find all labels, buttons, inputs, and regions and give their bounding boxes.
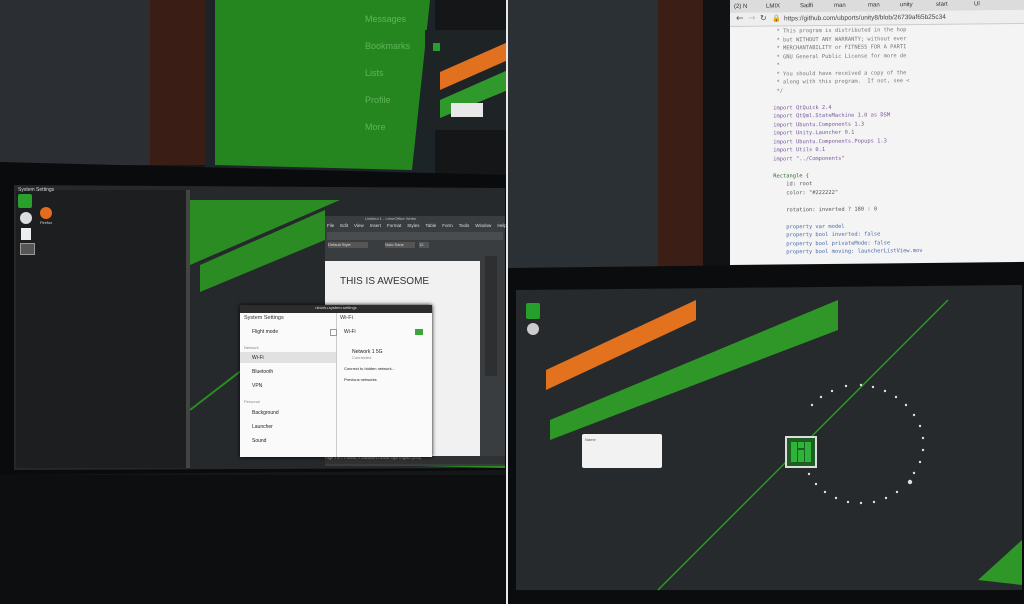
settings-item-sound[interactable]: Sound: [252, 438, 266, 444]
code-line: property bool inverted: false: [770, 231, 881, 239]
launcher-logo-icon[interactable]: [18, 194, 32, 208]
manjaro-logo-icon[interactable]: [526, 303, 540, 319]
code-line: color: "#222222": [770, 189, 839, 197]
code-line: * This program is distributed in the hop: [770, 27, 907, 35]
code-view: * This program is distributed in the hop…: [730, 24, 1024, 265]
menu-edit[interactable]: Edit: [340, 223, 348, 228]
menu-view[interactable]: View: [354, 223, 364, 228]
settings-header: System Settings: [244, 315, 284, 321]
right-photo: (2) N LMIX Sailfi man man unity start Ul…: [508, 0, 1024, 604]
code-line: Rectangle {: [770, 172, 809, 180]
code-line: import Ubuntu.Components 1.3: [770, 121, 865, 129]
code-line: import QtQuick 2.4: [770, 104, 832, 112]
font-name-box[interactable]: Noto Sans: [385, 242, 415, 248]
wifi-toggle[interactable]: [415, 329, 423, 335]
menu-table[interactable]: Table: [426, 223, 437, 228]
code-line: property bool moving: launcherListView.m…: [770, 247, 923, 256]
settings-gear-icon[interactable]: [20, 212, 32, 224]
tab-4[interactable]: man: [834, 3, 846, 9]
settings-item-launcher[interactable]: Launcher: [252, 424, 273, 430]
network-status: Connected: [352, 355, 372, 360]
writer-status-bar: Page 1 of 1 0 words, 0 characters Defaul…: [325, 456, 505, 464]
tab-8[interactable]: Ul: [974, 1, 980, 7]
menu-item: More: [365, 122, 386, 132]
flight-mode-toggle[interactable]: [330, 329, 337, 336]
code-line: * along with this program. If not, see <: [770, 78, 910, 86]
terminal-icon[interactable]: [20, 243, 35, 255]
code-line: import "../Components": [770, 155, 845, 163]
code-line: property var model: [770, 223, 845, 231]
document-text: THIS IS AWESOME: [340, 276, 430, 287]
connect-hidden-network[interactable]: Connect to hidden network...: [344, 366, 395, 371]
wifi-label: Wi-Fi: [344, 329, 356, 335]
code-line: import Ubuntu.Components.Popups 1.3: [770, 137, 887, 146]
code-line: id: root: [770, 181, 813, 188]
code-line: * GNU General Public License for more de: [770, 52, 907, 61]
previous-networks[interactable]: Previous networks: [344, 377, 377, 382]
document-icon[interactable]: [21, 228, 31, 240]
forward-arrow-icon[interactable]: →: [748, 14, 756, 24]
menu-item: Lists: [365, 68, 384, 78]
menu-tools[interactable]: Tools: [459, 223, 470, 228]
menu-item: Profile: [365, 95, 391, 105]
back-arrow-icon[interactable]: ←: [736, 14, 744, 24]
menu-item: Bookmarks: [365, 41, 411, 51]
left-photo: Messages Bookmarks Lists Profile More Sy…: [0, 0, 508, 604]
section-personal: Personal: [244, 399, 260, 404]
settings-item-vpn[interactable]: VPN: [252, 383, 262, 389]
code-line: */: [770, 87, 783, 95]
settings-window: ubuntu-system-settings System Settings W…: [240, 305, 432, 457]
code-line: import Unity.Launcher 0.1: [770, 129, 855, 137]
firefox-icon[interactable]: [40, 207, 52, 219]
code-line: import Utils 0.1: [770, 147, 826, 154]
tab-5[interactable]: man: [868, 2, 880, 8]
paragraph-style-box[interactable]: Default Style: [328, 242, 368, 248]
menu-file[interactable]: File: [327, 223, 334, 228]
menu-styles[interactable]: Styles: [407, 223, 419, 228]
code-line: rotation: inverted ? 180 : 0: [770, 205, 878, 214]
code-line: import QtQml.StateMachine 1.0 as DSM: [770, 112, 891, 120]
writer-sidebar[interactable]: [485, 256, 497, 376]
settings-right-header: Wi-Fi: [340, 315, 353, 321]
url-input[interactable]: https://github.com/ubports/unity8/blob/2…: [784, 14, 946, 23]
dock-label: System Settings: [18, 187, 55, 193]
lock-icon: 🔒: [772, 14, 781, 23]
writer-title: Untitled 1 - LibreOffice Writer: [365, 216, 417, 221]
login-name-field[interactable]: Name: [582, 434, 662, 468]
writer-toolbar: [327, 232, 503, 240]
tab-6[interactable]: unity: [900, 2, 913, 8]
code-line: * You should have received a copy of the: [770, 69, 907, 78]
menu-form[interactable]: Form: [442, 223, 453, 228]
menu-item: Messages: [365, 14, 407, 24]
browser-window: (2) N LMIX Sailfi man man unity start Ul…: [730, 0, 1024, 266]
tab-3[interactable]: Sailfi: [800, 3, 813, 9]
settings-item-background[interactable]: Background: [252, 410, 279, 416]
code-line: *: [770, 62, 780, 69]
flight-mode-label: Flight mode: [252, 329, 279, 335]
settings-title-bar: ubuntu-system-settings: [240, 305, 432, 313]
tab-2[interactable]: LMIX: [766, 3, 780, 9]
settings-item-bluetooth[interactable]: Bluetooth: [252, 369, 273, 375]
top-monitor-menu: Messages Bookmarks Lists Profile More: [365, 14, 410, 149]
writer-menubar: File Edit View Insert Format Styles Tabl…: [327, 223, 507, 228]
firefox-label: Firefox: [40, 220, 53, 225]
manjaro-center-logo-icon: [785, 436, 817, 468]
reload-icon[interactable]: ↻: [760, 14, 767, 23]
tab-1[interactable]: (2) N: [734, 4, 747, 10]
section-network: Network: [244, 345, 259, 350]
settings-item-wifi[interactable]: Wi-Fi: [240, 352, 336, 363]
login-name-label: Name: [585, 437, 596, 442]
menu-format[interactable]: Format: [387, 223, 401, 228]
code-line: * MERCHANTABILITY or FITNESS FOR A PARTI: [770, 44, 907, 52]
menu-insert[interactable]: Insert: [370, 223, 381, 228]
font-size-box[interactable]: 12: [419, 242, 429, 248]
settings-item-label: Wi-Fi: [252, 355, 264, 361]
tab-7[interactable]: start: [936, 2, 948, 8]
code-line: * but WITHOUT ANY WARRANTY; without ever: [770, 35, 907, 44]
menu-window[interactable]: Window: [475, 223, 491, 228]
power-icon[interactable]: [527, 323, 539, 335]
code-line: property bool privateMode: false: [770, 239, 891, 248]
